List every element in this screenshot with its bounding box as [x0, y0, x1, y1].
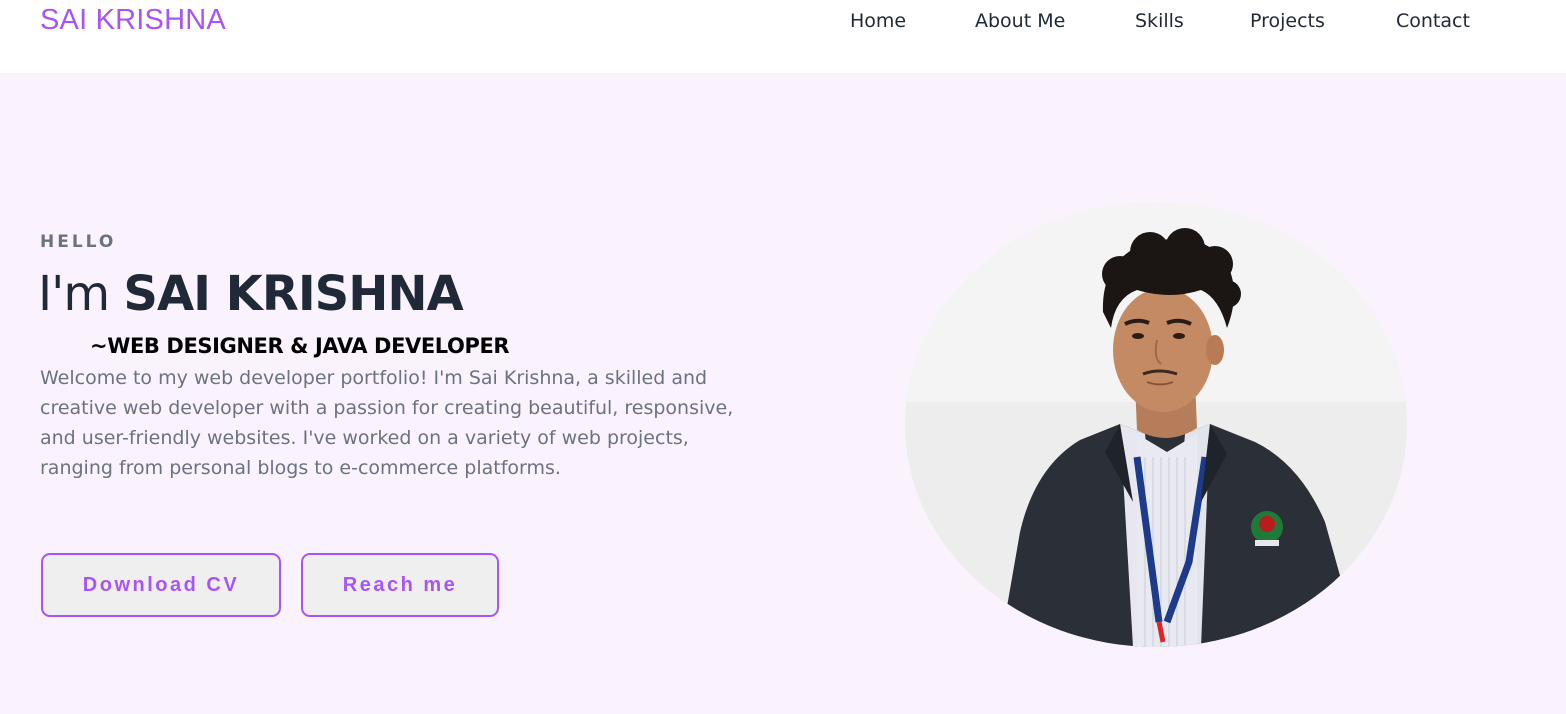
profile-photo — [905, 202, 1407, 647]
nav-item-skills[interactable]: Skills — [1135, 8, 1184, 34]
hero-heading: I'm SAI KRISHNA — [38, 263, 464, 325]
nav-item-about-me[interactable]: About Me — [975, 8, 1065, 34]
hero-role: ~WEB DESIGNER & JAVA DEVELOPER — [90, 334, 510, 358]
nav-item-projects[interactable]: Projects — [1250, 8, 1325, 34]
profile-photo-illustration — [905, 202, 1407, 647]
download-cv-button[interactable]: Download CV — [41, 553, 281, 617]
nav-item-contact[interactable]: Contact — [1396, 8, 1470, 34]
main-nav: Home About Me Skills Projects Contact — [0, 8, 1566, 36]
nav-item-home[interactable]: Home — [850, 8, 906, 34]
reach-me-button[interactable]: Reach me — [301, 553, 499, 617]
hero-intro-text: Welcome to my web developer portfolio! I… — [40, 367, 734, 479]
hero-heading-prefix: I'm — [38, 266, 124, 322]
hero-heading-name: SAI KRISHNA — [123, 266, 463, 322]
hero-greeting: HELLO — [40, 232, 117, 252]
site-header: SAI KRISHNA Home About Me Skills Project… — [0, 0, 1566, 73]
hero-section: HELLO I'm SAI KRISHNA ~WEB DESIGNER & JA… — [0, 73, 1566, 714]
